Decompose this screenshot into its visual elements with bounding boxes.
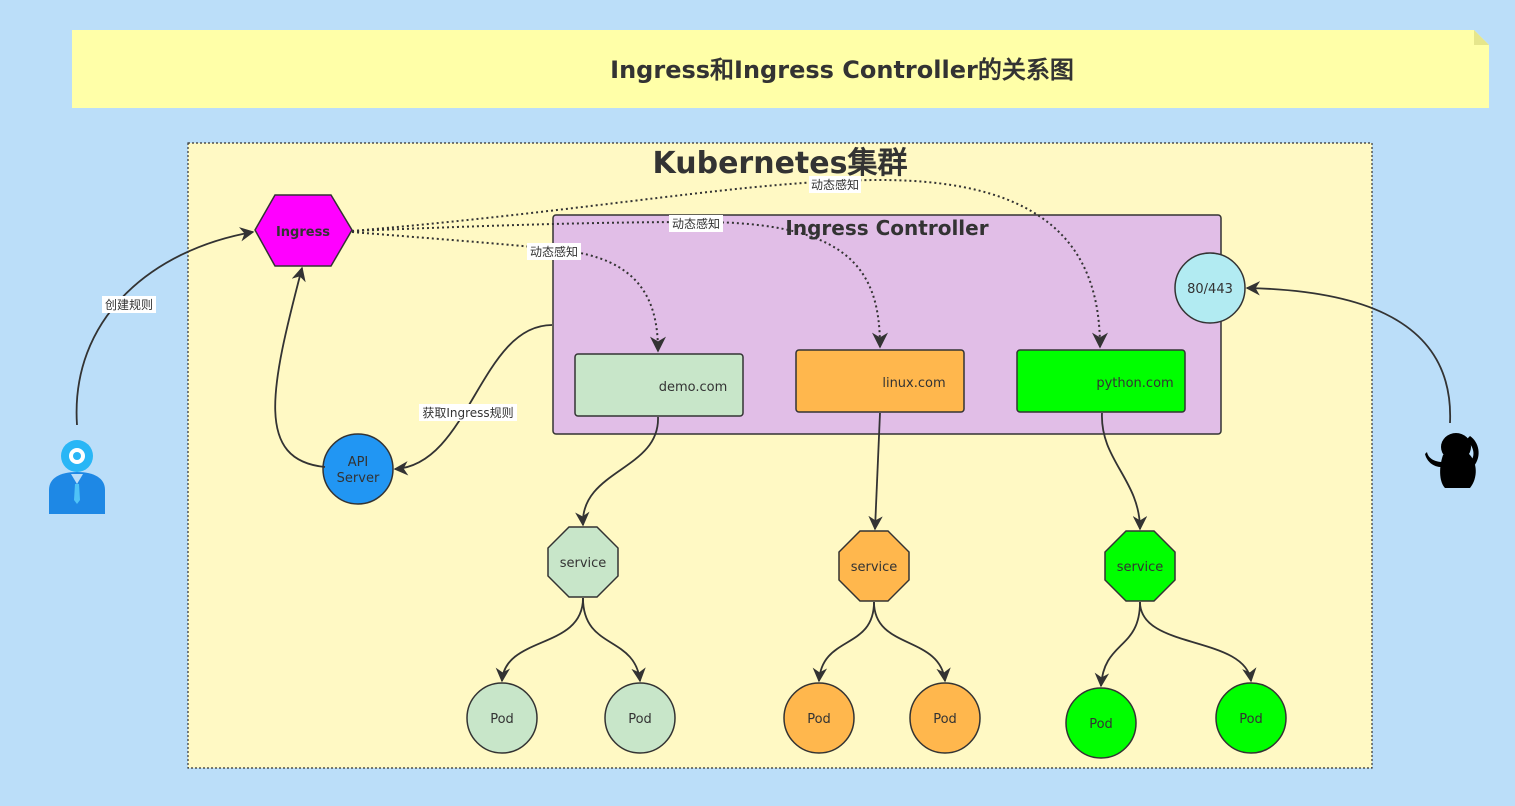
edge-label-fetch: 获取Ingress规则 (419, 404, 517, 421)
pod-python-1: Pod (1065, 687, 1137, 759)
edge-label-watch-1-text: 动态感知 (811, 177, 859, 192)
service-python-label: service (1117, 560, 1164, 575)
edge-label-watch-3: 动态感知 (527, 243, 581, 260)
ingress-controller-label: Ingress Controller (785, 216, 988, 240)
pod-python-2-label: Pod (1239, 712, 1263, 727)
pod-python-1-label: Pod (1089, 717, 1113, 732)
edge-label-create: 创建规则 (102, 296, 156, 313)
pod-linux-2: Pod (909, 682, 981, 754)
edge-label-watch-2-text: 动态感知 (672, 216, 720, 231)
host-python: python.com (1016, 349, 1186, 413)
pod-demo-2: Pod (604, 682, 676, 754)
host-linux: linux.com (795, 349, 965, 413)
host-demo-label: demo.com (659, 380, 728, 395)
ingress-node: Ingress (254, 194, 353, 267)
service-python: service (1104, 530, 1176, 602)
api-server-line2: Server (337, 471, 380, 486)
edge-label-watch-3-text: 动态感知 (530, 244, 578, 259)
edge-label-create-text: 创建规则 (105, 297, 153, 312)
port-node: 80/443 (1174, 252, 1246, 324)
title-text: Ingress和Ingress Controller的关系图 (610, 56, 1074, 84)
title-note: Ingress和Ingress Controller的关系图 (72, 30, 1489, 108)
edge-label-watch-2: 动态感知 (669, 215, 723, 232)
service-demo-label: service (560, 556, 607, 571)
pod-demo-1-label: Pod (490, 712, 514, 727)
pod-linux-2-label: Pod (933, 712, 957, 727)
admin-user-icon (49, 440, 105, 514)
diagram-canvas: Ingress和Ingress Controller的关系图 Kubernete… (49, 30, 1489, 769)
service-linux-label: service (851, 560, 898, 575)
cluster-label: Kubernetes集群 (653, 146, 908, 181)
service-demo: service (547, 526, 619, 598)
api-server-node: API Server (322, 433, 394, 505)
service-linux: service (838, 530, 910, 602)
host-python-label: python.com (1096, 376, 1173, 391)
pod-python-2: Pod (1215, 682, 1287, 754)
edge-label-watch-1: 动态感知 (809, 176, 861, 193)
pod-demo-1: Pod (466, 682, 538, 754)
port-label: 80/443 (1187, 282, 1233, 297)
pod-linux-1-label: Pod (807, 712, 831, 727)
edge-label-fetch-text: 获取Ingress规则 (422, 405, 513, 420)
pod-demo-2-label: Pod (628, 712, 652, 727)
api-server-line1: API (348, 455, 369, 470)
client-user-icon (1425, 433, 1479, 488)
ingress-label: Ingress (276, 225, 330, 240)
host-demo: demo.com (574, 353, 744, 417)
host-linux-label: linux.com (882, 376, 945, 391)
pod-linux-1: Pod (783, 682, 855, 754)
